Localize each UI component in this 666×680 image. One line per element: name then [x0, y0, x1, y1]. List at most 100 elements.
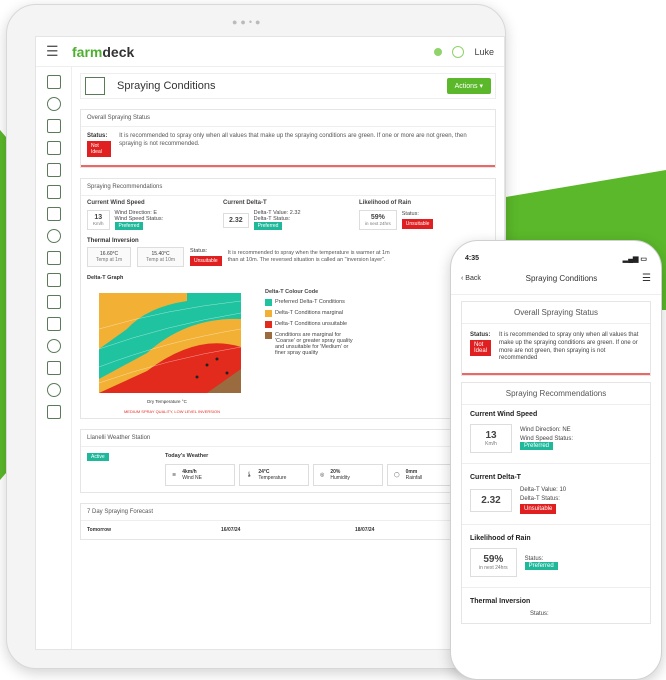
forecast-card: 7 Day Spraying Forecast Tomorrow 16/07/2… — [80, 503, 496, 540]
field-icon[interactable] — [46, 141, 61, 155]
phone-title: Spraying Conditions — [525, 274, 598, 283]
hamburger-menu-icon[interactable]: ☰ — [642, 273, 651, 284]
page-title: Spraying Conditions — [117, 80, 216, 92]
thermal-status-label: Status: — [190, 248, 208, 254]
spraying-recommendations-card: Spraying Recommendations Current Wind Sp… — [80, 178, 496, 419]
status-badge: Not Ideal — [87, 141, 112, 157]
forecast-col[interactable]: Tomorrow — [87, 527, 221, 533]
x-axis-label: Dry Temperature °C — [147, 399, 187, 404]
phone-thermal-section: Thermal Inversion Status: — [470, 598, 549, 618]
sidebar — [36, 67, 72, 649]
graph-footer: MEDIUM SPRAY QUALITY, LOW LEVEL INVERSIO… — [123, 409, 221, 414]
temp-10m: 15.40°C Temp at 10m — [137, 247, 185, 267]
actions-button[interactable]: Actions ▾ — [446, 78, 491, 94]
globe-icon[interactable] — [46, 229, 61, 243]
report-icon[interactable] — [46, 317, 61, 331]
weather-icon[interactable] — [46, 339, 61, 353]
rain-panel: Likelihood of Rain 59% in next 24hrs Stat… — [359, 200, 489, 230]
status-divider — [462, 373, 650, 376]
legend-item: Conditions are marginal for 'Coarse' or … — [265, 332, 355, 356]
rain-status-label: Status: — [401, 211, 419, 217]
schedule-icon[interactable] — [46, 295, 61, 309]
user-icon[interactable] — [46, 97, 61, 111]
barn-icon[interactable] — [46, 251, 61, 265]
status-label: Status: — [470, 332, 491, 338]
wind-value: 13 Km/h — [470, 424, 512, 454]
phone-header: ‹ Back Spraying Conditions ☰ — [451, 263, 661, 295]
graph-title: Delta-T Graph — [87, 275, 124, 281]
temperature-weather: 🌡 24°C Temperature — [239, 464, 309, 486]
status-badge: Unsuitable — [190, 256, 222, 266]
back-button[interactable]: ‹ Back — [461, 275, 481, 282]
card-heading: 7 Day Spraying Forecast — [81, 504, 495, 521]
card-heading: Overall Spraying Status — [462, 302, 650, 324]
spray-icon — [85, 77, 105, 95]
settings-icon[interactable] — [46, 383, 61, 397]
status-badge: Unsuitable — [520, 504, 557, 515]
card-heading: Spraying Recommendations — [462, 383, 650, 406]
crop-icon[interactable] — [46, 163, 61, 177]
status-badge: Preferred — [520, 442, 554, 451]
status-badge: Not Ideal — [470, 340, 491, 356]
forecast-col[interactable]: 16/07/24 — [221, 527, 355, 533]
phone-frame: 4:35 ▂▄▆ ▭ ‹ Back Spraying Conditions ☰ … — [450, 240, 662, 680]
user-name[interactable]: Luke — [474, 47, 494, 57]
status-badge: Unsuitable — [401, 219, 434, 229]
hamburger-menu-icon[interactable]: ☰ — [46, 43, 72, 60]
legend-title: Delta-T Colour Code — [265, 289, 319, 295]
humidity-weather: ◎ 20% Humidity — [313, 464, 383, 486]
weather-station-card: Llanelli Weather Station Active Today's … — [80, 429, 496, 493]
tractor-icon[interactable] — [46, 119, 61, 133]
document-icon[interactable] — [46, 361, 61, 375]
thermal-inversion-panel: Thermal Inversion 16.60°C Temp at 1m 15.4… — [81, 234, 495, 271]
status-badge: Preferred — [524, 561, 558, 570]
card-heading: Overall Spraying Status — [81, 110, 495, 127]
cow-icon[interactable] — [46, 185, 61, 199]
thermometer-icon: 🌡 — [246, 472, 253, 478]
panel-title: Current Delta-T — [223, 200, 267, 206]
phone-time: 4:35 — [465, 255, 480, 262]
graph-legend: Delta-T Colour Code Preferred Delta-T Co… — [265, 289, 355, 414]
rain-value: 59% in next 24hrs — [359, 210, 397, 230]
phone-wind-section: Current Wind Speed 13 Km/h Wind Direction… — [462, 405, 650, 459]
delta-value: 2.32 — [470, 489, 512, 513]
notification-icon[interactable] — [434, 47, 443, 56]
wind-weather: ≋ 4km/h Wind NE — [165, 464, 235, 486]
wind-direction: Wind Direction: NE — [520, 427, 571, 434]
status-label: Status: — [87, 133, 108, 139]
thermal-message: It is recommended to spray when the temp… — [227, 249, 390, 263]
legend-item: Delta-T Conditions marginal — [265, 310, 355, 317]
rainfall-weather: ◯ 0mm Rainfall — [387, 464, 457, 486]
station-status-badge: Active — [87, 453, 109, 461]
tablet-screen: ☰ farmdeck Luke Spraying Conditions Acti… — [35, 36, 505, 650]
tablet-frame: ●●•● ☰ farmdeck Luke Spraying Conditions… — [6, 4, 506, 669]
delta-t-panel: Current Delta-T 2.32 Delta-T Value: 2.32… — [223, 200, 353, 230]
camera-dots: ●●•● — [232, 17, 264, 27]
signal-battery-icon: ▂▄▆ ▭ — [622, 256, 647, 263]
app-logo[interactable]: farmdeck — [72, 44, 134, 60]
status-badge: Preferred — [114, 222, 144, 230]
card-heading: Spraying Recommendations — [81, 179, 495, 196]
phone-delta-section: Current Delta-T 2.32 Delta-T Value: 10 D… — [470, 474, 567, 515]
main-content: Spraying Conditions Actions ▾ Overall Sp… — [80, 73, 496, 649]
legend-item: Delta-T Conditions unsuitable — [265, 321, 355, 328]
panel-title: Likelihood of Rain — [359, 200, 411, 206]
phone-status-bar: 4:35 ▂▄▆ ▭ — [451, 241, 661, 263]
raindrop-icon: ◯ — [394, 472, 400, 478]
calendar-icon[interactable] — [46, 75, 61, 89]
phone-overall-card: Overall Spraying Status Status: Not Idea… — [461, 301, 651, 377]
wind-speed-panel: Current Wind Speed 13 Km/h Wind Direction… — [87, 200, 217, 230]
avatar[interactable] — [452, 45, 465, 58]
spray-icon[interactable] — [46, 273, 61, 287]
wind-value: 13 Km/h — [87, 210, 110, 230]
page-header: Spraying Conditions Actions ▾ — [80, 73, 496, 99]
plant-icon[interactable] — [46, 207, 61, 221]
today-weather-title: Today's Weather — [165, 453, 209, 459]
status-divider — [81, 165, 495, 167]
top-bar: ☰ farmdeck Luke — [36, 37, 504, 67]
delta-t-graph: Dry Temperature °C MEDIUM SPRAY QUALITY,… — [87, 289, 257, 414]
phone-rain-section: Likelihood of Rain 59% in next 24hrs Stat… — [462, 529, 650, 583]
rain-value: 59% in next 24hrs — [470, 548, 517, 578]
card-heading: Llanelli Weather Station — [81, 430, 495, 447]
home-icon[interactable] — [46, 405, 61, 419]
